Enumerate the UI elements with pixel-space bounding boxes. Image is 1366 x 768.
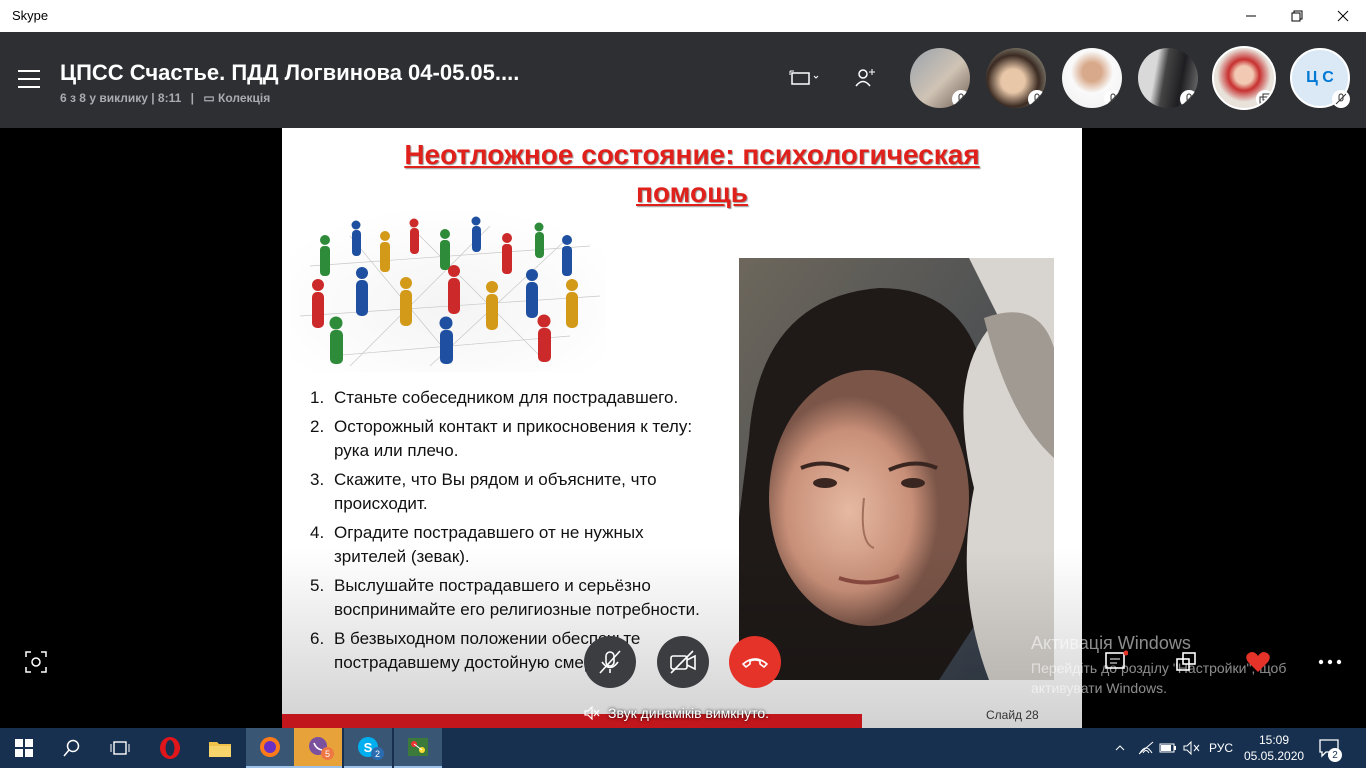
add-person-icon (855, 69, 875, 87)
list-item: 2. Осторожный контакт и прикосновения к т… (310, 417, 693, 460)
participant-avatar[interactable] (1138, 48, 1198, 108)
slide-title: Неотложное состояние: психологическая по… (282, 136, 1082, 212)
collection-icon: ▭ (203, 91, 215, 105)
list-item: 5. Выслушайте пострадавшего и серьёзно во… (310, 576, 700, 619)
heart-icon (1246, 652, 1270, 672)
initials-text: Ц С (1306, 69, 1334, 86)
call-header: ЦПСС Счастье. ПДД Логвинова 04-05.05....… (0, 32, 1366, 128)
menu-icon[interactable] (18, 70, 40, 88)
mic-off-icon (599, 650, 621, 674)
windows-logo-icon (15, 739, 33, 757)
list-item: 4. Оградите пострадавшего от не нужных зр… (310, 523, 644, 566)
call-stage: Неотложное состояние: психологическая по… (0, 128, 1366, 728)
task-view-icon (110, 741, 130, 755)
mute-microphone-button[interactable] (584, 636, 636, 688)
show-hidden-icons[interactable] (1112, 728, 1128, 768)
mic-muted-icon (1028, 90, 1046, 108)
start-button[interactable] (0, 728, 48, 768)
window-titlebar: Skype (0, 0, 1366, 32)
volume-tray[interactable] (1182, 728, 1202, 768)
woman-photo (739, 258, 1054, 680)
windows-taskbar: 5 S 2 РУС 15:09 05.05.2020 2 (0, 728, 1366, 768)
mic-muted-icon (1332, 90, 1350, 108)
battery-icon (1159, 743, 1176, 753)
slide-number: Слайд 28 (986, 708, 1039, 722)
participant-avatar[interactable] (1062, 48, 1122, 108)
list-item: 6. В безвыходном положении обеспечьте пос… (310, 629, 641, 672)
steps-list: 1. Станьте собеседником для пострадавшего… (310, 386, 710, 680)
more-icon (1318, 659, 1342, 665)
folder-icon (209, 742, 231, 757)
clock-date: 05.05.2020 (1244, 749, 1305, 763)
add-participant-button[interactable] (850, 66, 880, 90)
skype-badge: 2 (371, 747, 384, 760)
speaker-muted-notice: Звук динаміків вимкнуто. (584, 705, 769, 721)
more-options-button[interactable] (1316, 648, 1344, 676)
layout-icon (789, 70, 819, 85)
camera-snapshot-icon (25, 651, 47, 673)
action-center-button[interactable]: 2 (1314, 728, 1344, 768)
share-screen-button[interactable] (1172, 648, 1200, 676)
firefox-app[interactable] (246, 728, 294, 768)
minimize-button[interactable] (1228, 0, 1274, 32)
screen-share-icon (1256, 90, 1274, 108)
participant-avatar[interactable] (986, 48, 1046, 108)
viber-app[interactable]: 5 (294, 728, 342, 768)
slide-footer-bar (282, 714, 862, 728)
volume-muted-icon (1183, 741, 1200, 755)
list-item: 1. Станьте собеседником для пострадавшего… (310, 388, 679, 407)
call-title: ЦПСС Счастье. ПДД Логвинова 04-05.05.... (60, 60, 520, 85)
close-button[interactable] (1320, 0, 1366, 32)
participant-avatar-sharing[interactable] (1212, 46, 1276, 110)
window-title: Skype (12, 8, 49, 23)
opera-icon (160, 737, 180, 759)
call-subtitle: 6 з 8 у виклику | 8:11 | ▭ Колекція (60, 91, 271, 105)
restore-button[interactable] (1274, 0, 1320, 32)
clock-time: 15:09 (1258, 733, 1290, 747)
wifi-icon (1138, 741, 1154, 755)
mic-muted-icon (1180, 90, 1198, 108)
snapshot-button[interactable] (22, 648, 50, 676)
firefox-icon (260, 737, 280, 757)
skype-app[interactable]: S 2 (344, 728, 392, 768)
language-indicator[interactable]: РУС (1206, 728, 1236, 768)
network-app-icon (408, 738, 428, 756)
video-off-icon (670, 650, 696, 674)
end-call-button[interactable] (729, 636, 781, 688)
task-view-button[interactable] (96, 728, 144, 768)
screen-layout-button[interactable] (786, 66, 822, 90)
reactions-button[interactable] (1244, 648, 1272, 676)
slide-title-line1: Неотложное состояние: психологическая (404, 139, 980, 170)
battery-tray[interactable] (1158, 728, 1178, 768)
video-toggle-button[interactable] (657, 636, 709, 688)
chat-button[interactable] (1102, 648, 1130, 676)
chevron-up-icon (1115, 745, 1125, 751)
speaker-muted-icon (584, 706, 600, 720)
search-button[interactable] (48, 728, 96, 768)
viber-badge: 5 (321, 747, 334, 760)
mic-muted-icon (952, 90, 970, 108)
collection-link[interactable]: Колекція (218, 91, 270, 105)
participant-avatar-initials[interactable]: Ц С (1290, 48, 1350, 108)
restore-icon (1291, 10, 1303, 22)
participant-avatar[interactable] (910, 48, 970, 108)
minimize-icon (1246, 15, 1256, 17)
notifications-count: 2 (1328, 748, 1342, 762)
share-screen-icon (1176, 652, 1196, 671)
chat-icon (1105, 650, 1128, 669)
people-network-image (290, 206, 606, 372)
list-item: 3. Скажите, что Вы рядом и объясните, что… (310, 470, 657, 513)
network-tray[interactable] (1136, 728, 1156, 768)
system-clock[interactable]: 15:09 05.05.2020 (1244, 732, 1304, 764)
hang-up-icon (742, 658, 768, 668)
app-window[interactable] (394, 728, 442, 768)
speaker-muted-text: Звук динаміків вимкнуто. (608, 705, 770, 721)
participants-status: 6 з 8 у виклику | 8:11 (60, 91, 182, 105)
opera-app[interactable] (146, 728, 194, 768)
close-icon (1337, 10, 1349, 22)
mic-muted-icon (1104, 90, 1122, 108)
file-explorer-app[interactable] (196, 728, 244, 768)
search-icon (63, 739, 80, 757)
